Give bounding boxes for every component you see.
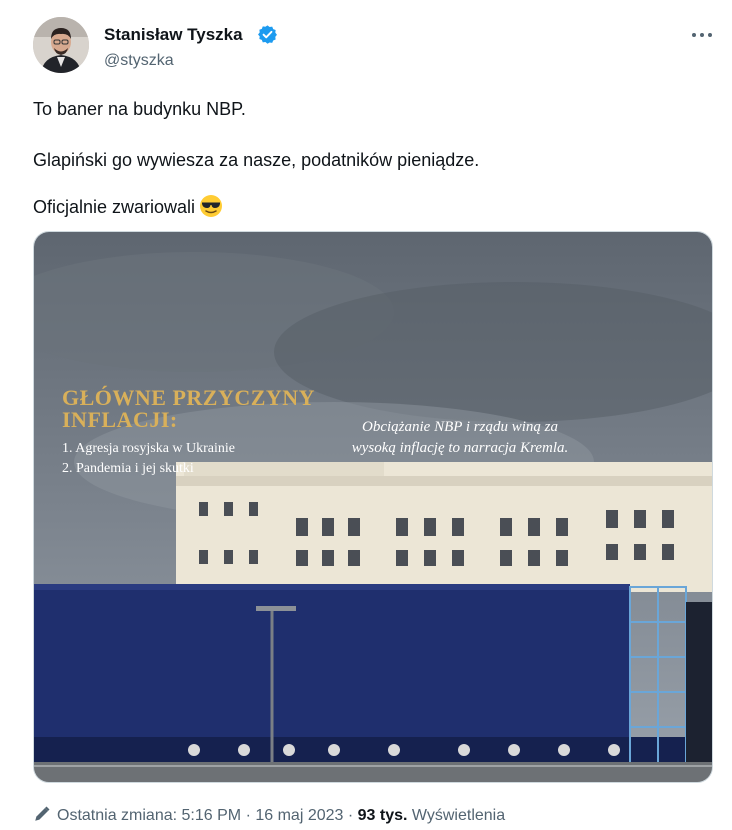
author-name[interactable]: Stanisław Tyszka: [104, 25, 243, 45]
banner-item-2: 2. Pandemia i jej skutki: [62, 461, 194, 476]
tweet-date[interactable]: 16 maj 2023: [255, 807, 343, 824]
avatar[interactable]: [33, 17, 89, 73]
tweet-text-line-3-label: Oficjalnie zwariowali: [33, 197, 196, 217]
tweet-photo[interactable]: [33, 231, 713, 783]
banner-quote-line-2: wysoką inflację to narracja Kremla.: [351, 440, 569, 456]
tweet-time[interactable]: 5:16 PM: [182, 807, 242, 824]
tweet: Stanisław Tyszka @styszka To baner na bu…: [0, 0, 732, 830]
pencil-icon: [35, 806, 50, 821]
tweet-text-line-2: Glapiński go wywiesza za nasze, podatnik…: [33, 150, 480, 170]
banner-title-1: GŁÓWNE PRZYCZYNY: [62, 385, 316, 410]
verified-badge-icon: [258, 25, 277, 44]
banner-left-text: GŁÓWNE PRZYCZYNY INFLACJI: 1. Agresja ro…: [62, 387, 315, 479]
avatar-image: [33, 17, 89, 73]
banner-quote: Obciążanie NBP i rządu winą za wysoką in…: [340, 417, 580, 459]
views-label: Wyświetlenia: [411, 807, 506, 824]
separator-dot: ·: [245, 807, 251, 824]
banner-quote-line-1: Obciążanie NBP i rządu winą za: [362, 419, 558, 435]
banner-title-2: INFLACJI:: [62, 407, 178, 432]
separator-dot: ·: [347, 807, 354, 824]
sunglasses-emoji-icon: [200, 195, 223, 218]
more-options-icon[interactable]: [690, 28, 714, 42]
banner-item-1: 1. Agresja rosyjska w Ukrainie: [62, 441, 236, 456]
tweet-text-line-3: Oficjalnie zwariowali: [33, 195, 223, 220]
tweet-meta: Ostatnia zmiana: 5:16 PM · 16 maj 2023 ·…: [33, 805, 505, 826]
author-handle[interactable]: @styszka: [104, 51, 174, 71]
tweet-text-line-1: To baner na budynku NBP.: [33, 99, 246, 119]
views-count: 93 tys.: [357, 807, 408, 824]
photo-nbp-building: [34, 232, 712, 782]
edited-label[interactable]: Ostatnia zmiana:: [57, 807, 177, 824]
